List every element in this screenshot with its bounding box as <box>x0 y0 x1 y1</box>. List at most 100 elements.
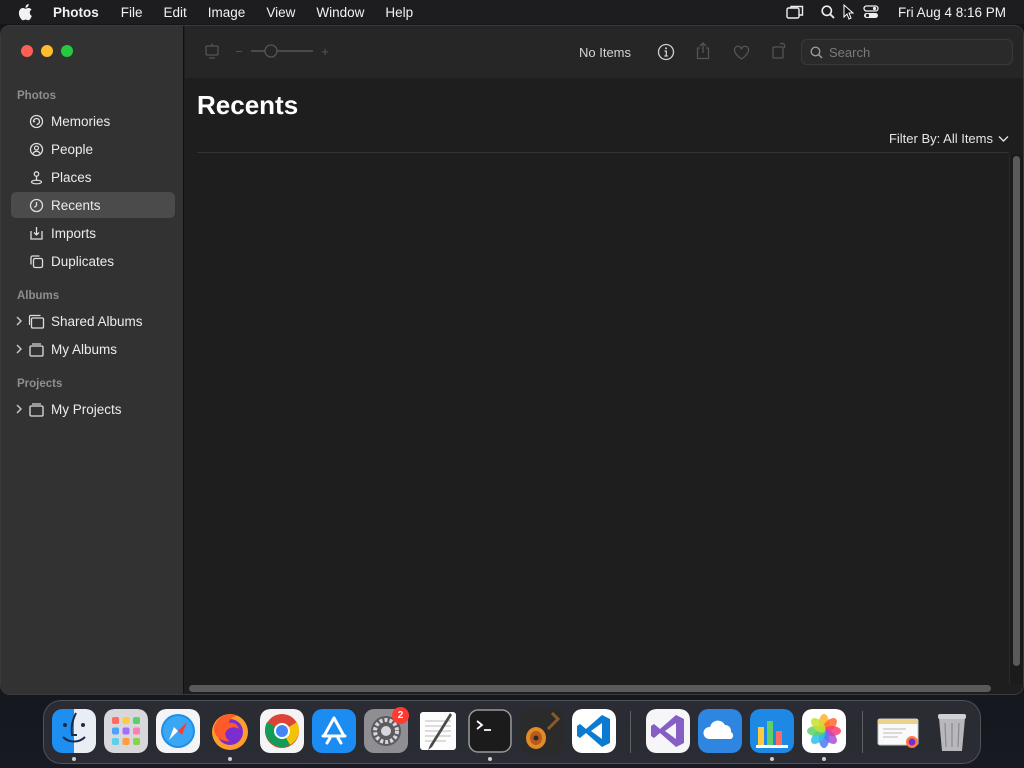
share-icon[interactable] <box>693 41 713 61</box>
finder-icon <box>52 709 96 753</box>
sidebar-item-memories[interactable]: Memories <box>11 108 175 134</box>
menu-view[interactable]: View <box>266 5 295 20</box>
dock-terminal[interactable] <box>468 709 512 753</box>
sidebar-section-projects: Projects <box>17 378 63 390</box>
close-window-button[interactable] <box>21 45 33 57</box>
imports-icon <box>27 224 45 242</box>
sidebar-item-people[interactable]: People <box>11 136 175 162</box>
menu-window[interactable]: Window <box>316 5 364 20</box>
rotate-icon[interactable] <box>769 41 789 61</box>
search-field[interactable] <box>801 39 1013 65</box>
running-indicator <box>822 757 826 761</box>
horizontal-scrollbar[interactable] <box>189 685 991 692</box>
zoom-window-button[interactable] <box>61 45 73 57</box>
dock-photos[interactable] <box>802 709 846 753</box>
vertical-scrollbar[interactable] <box>1013 156 1020 666</box>
dock-app-store[interactable] <box>312 709 356 753</box>
textedit-icon <box>420 712 456 750</box>
sidebar-item-my-projects[interactable]: My Projects <box>11 396 175 422</box>
memories-icon <box>27 112 45 130</box>
launchpad-icon <box>104 709 148 753</box>
chevron-right-icon[interactable] <box>15 342 25 356</box>
sidebar-item-shared-albums[interactable]: Shared Albums <box>11 308 175 334</box>
duplicates-icon <box>27 252 45 270</box>
favorite-heart-icon[interactable] <box>731 42 751 62</box>
dock-visual-studio[interactable] <box>646 709 690 753</box>
visual-studio-icon <box>646 709 690 753</box>
dock-separator <box>862 711 863 753</box>
app-store-icon <box>312 709 356 753</box>
sidebar-item-places[interactable]: Places <box>11 164 175 190</box>
minimize-window-button[interactable] <box>41 45 53 57</box>
dock-chrome[interactable] <box>260 709 304 753</box>
dock-keynote[interactable] <box>750 709 794 753</box>
sidebar-item-label: Shared Albums <box>51 313 143 329</box>
search-icon <box>810 45 823 59</box>
chevron-right-icon[interactable] <box>15 402 25 416</box>
window-controls <box>21 45 73 57</box>
control-center-icon[interactable] <box>860 0 882 24</box>
search-input[interactable] <box>829 44 999 60</box>
running-indicator <box>770 757 774 761</box>
info-icon[interactable] <box>656 42 676 62</box>
main-area: − + No Items Search Recents Filter By: A… <box>185 26 1023 694</box>
sidebar-item-label: Recents <box>51 197 101 213</box>
running-indicator <box>488 757 492 761</box>
zoom-in-button[interactable]: + <box>319 43 331 59</box>
sidebar-item-my-albums[interactable]: My Albums <box>11 336 175 362</box>
menu-file[interactable]: File <box>121 5 143 20</box>
spotlight-search-icon[interactable] <box>814 0 842 24</box>
notification-badge: 2 <box>392 707 409 724</box>
sidebar-item-duplicates[interactable]: Duplicates <box>11 248 175 274</box>
projects-icon <box>27 400 45 418</box>
dock-textedit[interactable] <box>416 709 460 753</box>
apple-menu-icon[interactable] <box>18 3 36 21</box>
photo-grid-area: Recents Filter By: All Items <box>185 78 1023 694</box>
menu-edit[interactable]: Edit <box>164 5 187 20</box>
page-title: Recents <box>197 90 299 120</box>
menu-bar-clock[interactable]: Fri Aug 4 8:16 PM <box>898 5 1006 20</box>
firefox-icon <box>212 714 248 750</box>
screen-mirroring-icon[interactable] <box>780 0 810 24</box>
sidebar-item-label: People <box>51 141 94 157</box>
dock-launchpad[interactable] <box>104 709 148 753</box>
chrome-icon <box>260 709 304 753</box>
sidebar-item-label: Memories <box>51 113 111 129</box>
trash-icon <box>938 714 966 751</box>
dock-weather[interactable] <box>698 709 742 753</box>
menu-help[interactable]: Help <box>385 5 413 20</box>
dock-garageband[interactable] <box>520 709 564 753</box>
slideshow-icon[interactable] <box>203 42 221 60</box>
vscode-icon <box>572 709 616 753</box>
sidebar-item-imports[interactable]: Imports <box>11 220 175 246</box>
recents-icon <box>27 196 45 214</box>
running-indicator <box>72 757 76 761</box>
dock-trash[interactable] <box>930 709 974 753</box>
dock-vscode[interactable] <box>572 709 616 753</box>
sidebar-section-photos: Photos <box>17 90 56 102</box>
shared-albums-icon <box>27 312 45 330</box>
menu-app-name[interactable]: Photos <box>53 5 99 20</box>
sidebar-item-label: Places <box>51 169 92 185</box>
dock-finder[interactable] <box>52 709 96 753</box>
sidebar-item-label: My Projects <box>51 401 122 417</box>
mouse-cursor-icon <box>842 0 856 24</box>
dock-separator <box>630 711 631 753</box>
garageband-icon <box>520 709 564 753</box>
menu-bar: Photos File Edit Image View Window Help … <box>0 0 1024 24</box>
sidebar-item-label: My Albums <box>51 341 118 357</box>
dock-system-settings[interactable]: 2 <box>364 707 409 753</box>
dock-safari[interactable] <box>156 709 200 753</box>
menu-image[interactable]: Image <box>208 5 246 20</box>
sidebar-item-recents[interactable]: Recents <box>11 192 175 218</box>
dock-firefox[interactable] <box>208 709 252 753</box>
zoom-out-button[interactable]: − <box>234 43 244 59</box>
chevron-down-icon <box>998 135 1009 143</box>
places-icon <box>27 168 45 186</box>
running-indicator <box>228 757 232 761</box>
weather-icon <box>698 709 742 753</box>
chevron-right-icon[interactable] <box>15 314 25 328</box>
zoom-slider[interactable] <box>249 43 315 59</box>
filter-dropdown[interactable]: Filter By: All Items <box>889 131 1009 146</box>
dock-preview[interactable] <box>876 709 920 753</box>
